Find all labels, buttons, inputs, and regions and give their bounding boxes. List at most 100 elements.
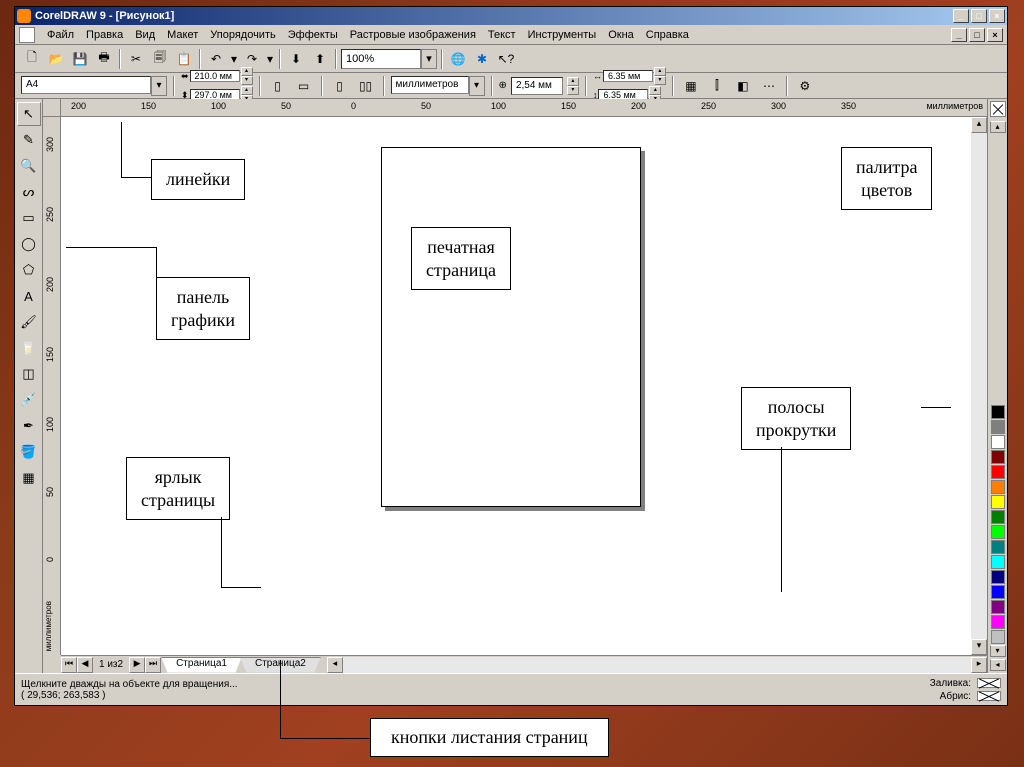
freehand-tool[interactable]: ᔕ: [17, 180, 41, 204]
color-swatch-11[interactable]: [991, 570, 1005, 584]
ruler-corner[interactable]: [43, 99, 61, 117]
nudge-spin-up[interactable]: ▴: [567, 77, 579, 86]
interactive-mesh-tool[interactable]: ▦: [17, 466, 41, 490]
color-swatch-14[interactable]: [991, 615, 1005, 629]
export-button[interactable]: ⬆: [309, 48, 331, 70]
units-combo[interactable]: миллиметров ▾: [391, 76, 485, 96]
last-page-button[interactable]: ⏭: [145, 657, 161, 673]
mdi-maximize-button[interactable]: □: [969, 28, 985, 42]
corel-online-button[interactable]: 🌐: [447, 48, 469, 70]
pick-tool[interactable]: ↖: [17, 102, 41, 126]
interactive-blend-tool[interactable]: ◫: [17, 362, 41, 386]
horizontal-scrollbar[interactable]: ◂ ▸: [327, 657, 987, 673]
color-swatch-3[interactable]: [991, 450, 1005, 464]
save-button[interactable]: 💾: [69, 48, 91, 70]
color-swatch-13[interactable]: [991, 600, 1005, 614]
new-button[interactable]: 🗋: [21, 48, 43, 70]
menu-window[interactable]: Окна: [602, 27, 640, 43]
nudge-spin-down[interactable]: ▾: [567, 86, 579, 95]
snap-to-grid-button[interactable]: ▦: [680, 75, 702, 97]
more-button[interactable]: ⋯: [758, 75, 780, 97]
color-swatch-1[interactable]: [991, 420, 1005, 434]
menu-help[interactable]: Справка: [640, 27, 695, 43]
color-swatch-6[interactable]: [991, 495, 1005, 509]
ellipse-tool[interactable]: ◯: [17, 232, 41, 256]
dup-x-field[interactable]: 6.35 мм: [603, 70, 653, 82]
width-spin-up[interactable]: ▴: [241, 67, 253, 76]
palette-flyout[interactable]: ◂: [990, 659, 1006, 671]
menu-file[interactable]: Файл: [41, 27, 80, 43]
palette-scroll-down[interactable]: ▾: [990, 645, 1006, 657]
first-page-button[interactable]: ⏮: [61, 657, 77, 673]
interactive-transparency-tool[interactable]: 🥛: [17, 336, 41, 360]
fill-tool[interactable]: 🪣: [17, 440, 41, 464]
vertical-scrollbar[interactable]: ▴ ▾: [971, 117, 987, 655]
horizontal-ruler[interactable]: 200 150 100 50 0 50 100 150 200 250 300 …: [61, 99, 987, 117]
color-swatch-10[interactable]: [991, 555, 1005, 569]
redo-dropdown[interactable]: ▾: [265, 48, 275, 70]
print-button[interactable]: 🖶: [93, 48, 115, 70]
menu-effects[interactable]: Эффекты: [282, 27, 344, 43]
next-page-button[interactable]: ▶: [129, 657, 145, 673]
page-width-field[interactable]: 210.0 мм: [190, 70, 240, 82]
color-swatch-2[interactable]: [991, 435, 1005, 449]
import-button[interactable]: ⬇: [285, 48, 307, 70]
open-button[interactable]: 📂: [45, 48, 67, 70]
help-cursor-button[interactable]: ↖?: [495, 48, 517, 70]
canvas[interactable]: линейки панель графики печатная страница: [61, 117, 971, 655]
width-spin-down[interactable]: ▾: [241, 76, 253, 85]
mdi-close-button[interactable]: ×: [987, 28, 1003, 42]
menu-edit[interactable]: Правка: [80, 27, 129, 43]
outline-swatch[interactable]: [977, 691, 1001, 701]
copy-button[interactable]: 🗐: [149, 48, 171, 70]
zoom-combo[interactable]: 100% ▾: [341, 49, 437, 69]
scroll-left-button[interactable]: ◂: [327, 657, 343, 673]
eyedropper-tool[interactable]: 💉: [17, 388, 41, 412]
menu-view[interactable]: Вид: [129, 27, 161, 43]
color-swatch-12[interactable]: [991, 585, 1005, 599]
scroll-right-button[interactable]: ▸: [971, 657, 987, 673]
scroll-down-button[interactable]: ▾: [971, 639, 987, 655]
vertical-ruler[interactable]: 300 250 200 150 100 50 0 миллиметров: [43, 117, 61, 655]
text-tool[interactable]: A: [17, 284, 41, 308]
scroll-up-button[interactable]: ▴: [971, 117, 987, 133]
color-swatch-15[interactable]: [991, 630, 1005, 644]
options-button[interactable]: ⚙: [794, 75, 816, 97]
menu-arrange[interactable]: Упорядочить: [204, 27, 281, 43]
fill-swatch[interactable]: [977, 678, 1001, 688]
color-swatch-8[interactable]: [991, 525, 1005, 539]
portrait-button[interactable]: ▯: [267, 75, 289, 97]
color-swatch-9[interactable]: [991, 540, 1005, 554]
outline-tool[interactable]: ✒: [17, 414, 41, 438]
zoom-tool[interactable]: 🔍: [17, 154, 41, 178]
menu-text[interactable]: Текст: [482, 27, 522, 43]
interactive-fill-tool[interactable]: 🖌: [17, 310, 41, 334]
shape-tool[interactable]: ✎: [17, 128, 41, 152]
palette-scroll-up[interactable]: ▴: [990, 121, 1006, 133]
color-swatch-0[interactable]: [991, 405, 1005, 419]
color-swatch-7[interactable]: [991, 510, 1005, 524]
rectangle-tool[interactable]: ▭: [17, 206, 41, 230]
height-spin-up[interactable]: ▴: [241, 86, 253, 95]
color-swatch-5[interactable]: [991, 480, 1005, 494]
prev-page-button[interactable]: ◀: [77, 657, 93, 673]
snap-to-objects-button[interactable]: ◧: [732, 75, 754, 97]
page-tab-1[interactable]: Страница1: [161, 657, 242, 673]
polygon-tool[interactable]: ⬠: [17, 258, 41, 282]
menu-layout[interactable]: Макет: [161, 27, 204, 43]
mdi-minimize-button[interactable]: _: [951, 28, 967, 42]
no-color-swatch[interactable]: [990, 101, 1006, 117]
landscape-button[interactable]: ▭: [293, 75, 315, 97]
color-swatch-4[interactable]: [991, 465, 1005, 479]
pages-same-button[interactable]: ▯: [329, 75, 351, 97]
minimize-button[interactable]: _: [953, 9, 969, 23]
paper-size-combo[interactable]: A4 ▾: [21, 76, 167, 96]
menu-tools[interactable]: Инструменты: [522, 27, 603, 43]
graphics-community-button[interactable]: ✱: [471, 48, 493, 70]
close-button[interactable]: ×: [989, 9, 1005, 23]
maximize-button[interactable]: □: [971, 9, 987, 23]
cut-button[interactable]: ✂: [125, 48, 147, 70]
pages-different-button[interactable]: ▯▯: [355, 75, 377, 97]
nudge-field[interactable]: 2,54 мм: [511, 77, 563, 95]
menu-bitmaps[interactable]: Растровые изображения: [344, 27, 482, 43]
